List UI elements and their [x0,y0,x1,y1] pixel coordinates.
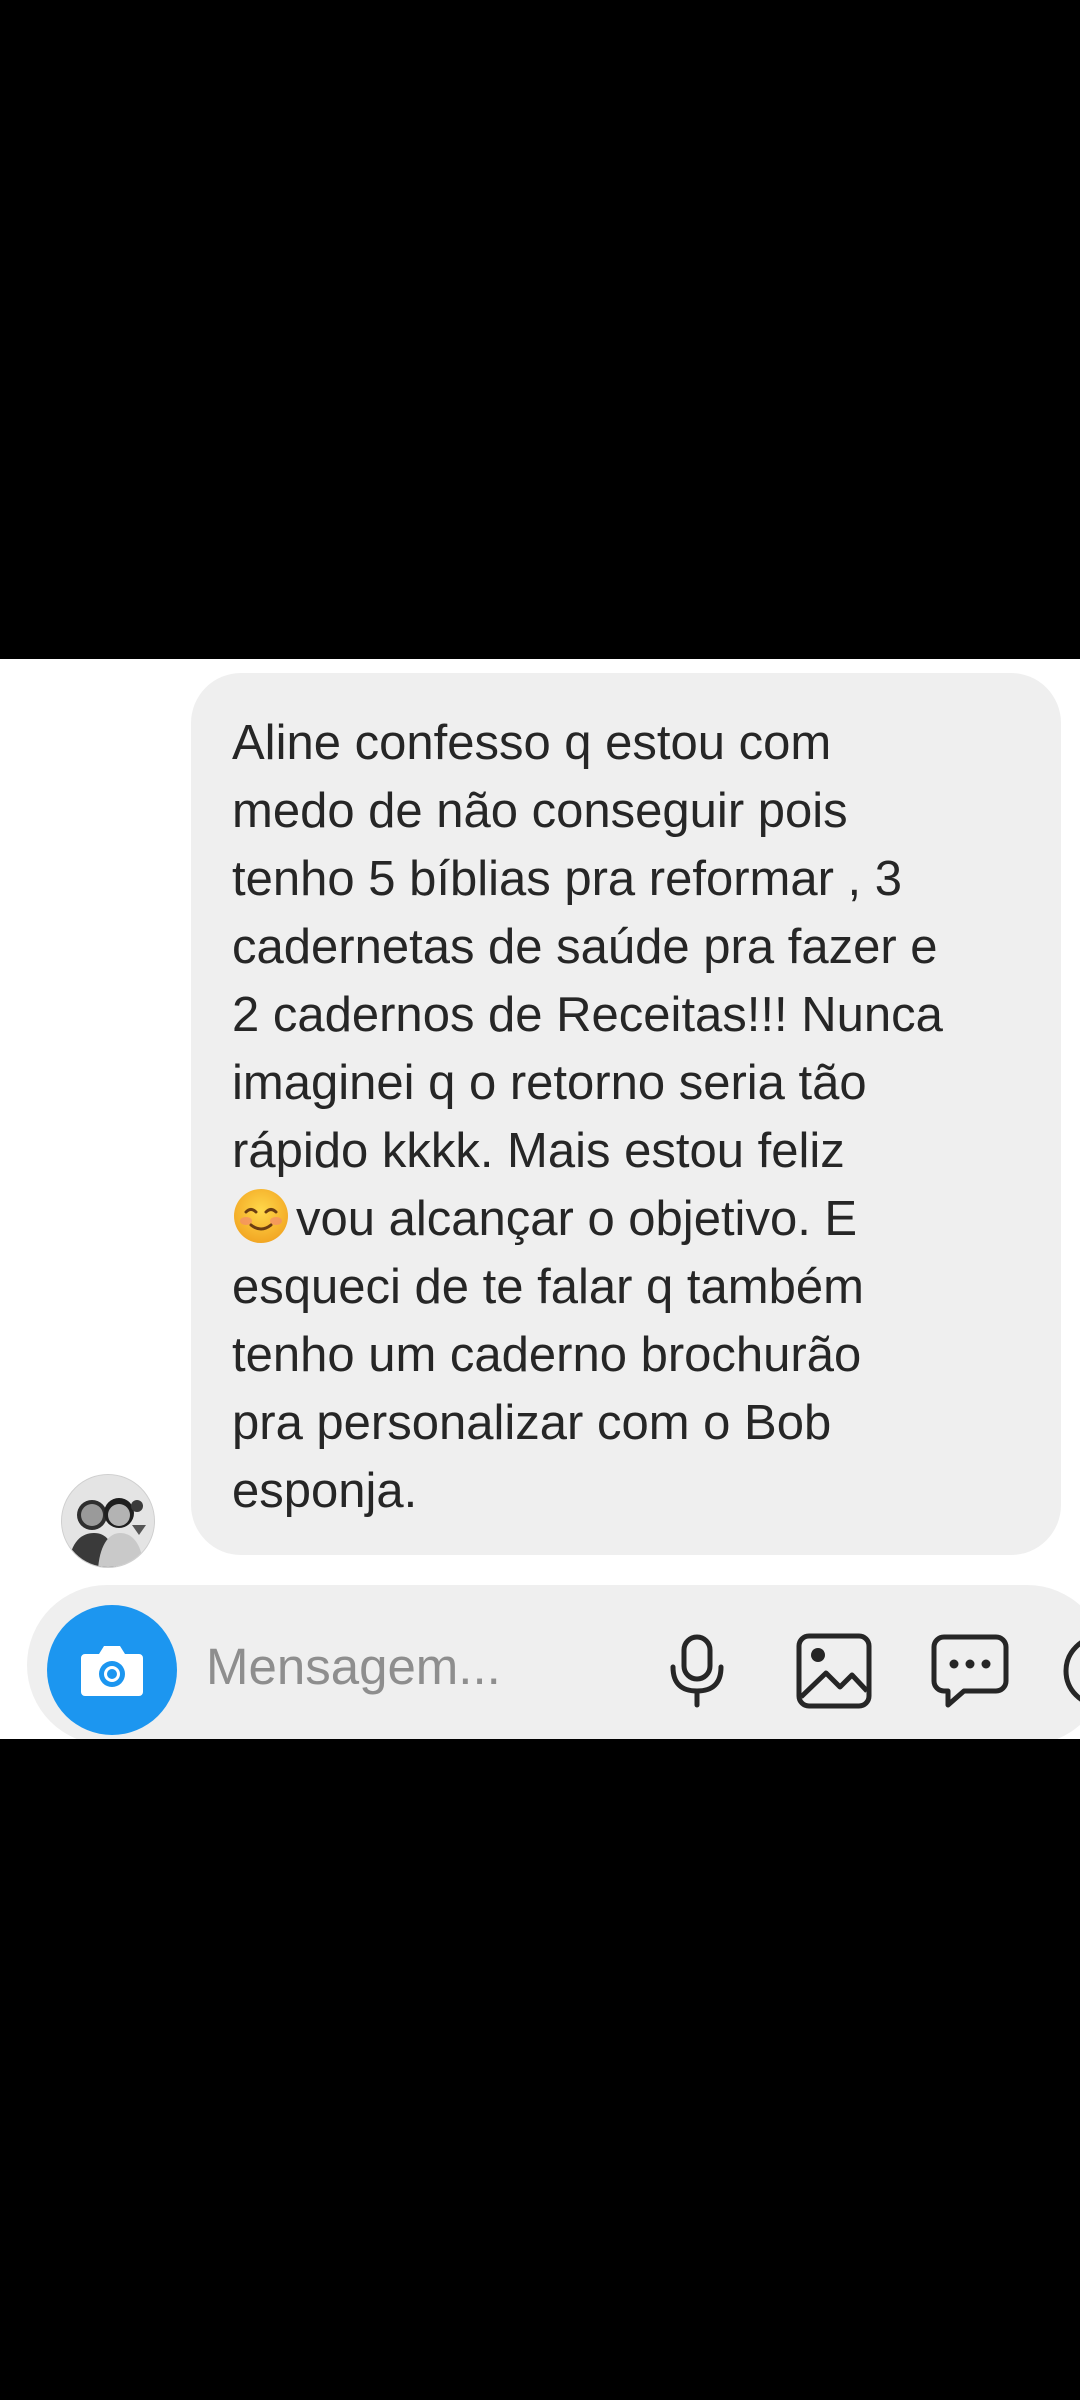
smiling-face-icon [234,1189,288,1243]
more-icon[interactable] [1060,1631,1080,1711]
message-line: cadernetas de saúde pra fazer e [232,920,938,974]
message-line: vou alcançar o objetivo. E [296,1192,858,1246]
message-line: tenho 5 bíblias pra reformar , 3 [232,852,903,906]
message-line: pra personalizar com o Bob [232,1396,832,1450]
microphone-icon[interactable] [657,1631,737,1711]
message-composer [27,1585,1080,1739]
camera-icon [81,1646,143,1696]
message-text: Aline confesso q estou com medo de não c… [232,709,1021,1525]
message-bubble[interactable]: Aline confesso q estou com medo de não c… [191,673,1061,1555]
message-input[interactable] [204,1625,638,1707]
sender-avatar[interactable] [61,1474,155,1568]
message-line: 2 cadernos de Receitas!!! Nunca [232,988,943,1042]
profile-photo-icon [62,1475,154,1567]
message-line: imaginei q o retorno seria tão [232,1056,867,1110]
message-line: medo de não conseguir pois [232,784,848,838]
message-line: rápido kkkk. Mais estou feliz [232,1124,845,1178]
screen: Aline confesso q estou com medo de não c… [0,0,1080,2400]
gallery-icon[interactable] [794,1631,874,1711]
camera-button[interactable] [47,1605,177,1735]
message-line: Aline confesso q estou com [232,716,832,770]
message-line: tenho um caderno brochurão [232,1328,862,1382]
chat-panel: Aline confesso q estou com medo de não c… [0,659,1080,1739]
message-line: esponja. [232,1464,418,1518]
message-line: esqueci de te falar q também [232,1260,864,1314]
chat-bubble-icon[interactable] [930,1631,1010,1711]
